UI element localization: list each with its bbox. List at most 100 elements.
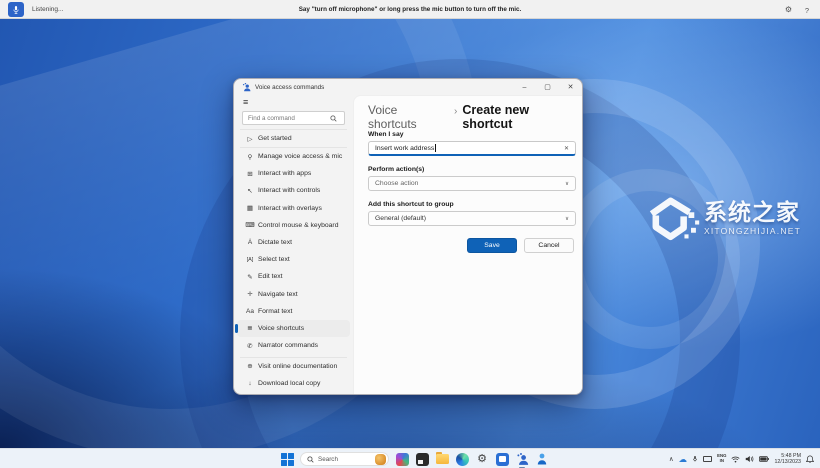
save-button[interactable]: Save	[467, 238, 517, 253]
cursor-icon: ↖	[247, 187, 253, 195]
app-icon-store[interactable]	[495, 452, 509, 466]
taskbar-center: Search ⚙	[281, 449, 549, 468]
tray-time: 5:48 PM	[781, 452, 801, 459]
touch-keyboard-icon[interactable]	[703, 456, 713, 462]
search-input[interactable]	[243, 114, 329, 122]
start-button[interactable]	[281, 452, 294, 466]
microphone-button[interactable]	[8, 2, 24, 17]
language-indicator[interactable]: ENG IN	[717, 453, 726, 464]
listening-status: Listening...	[32, 6, 64, 13]
onedrive-cloud-icon[interactable]: ☁	[679, 454, 688, 465]
find-command-searchbox[interactable]	[242, 111, 345, 125]
sidebar-item-interact-with-apps[interactable]: ⊞ Interact with apps	[237, 165, 350, 182]
watermark-text: 系统之家 XITONGZHIJIA.NET	[704, 200, 801, 236]
group-label: Add this shortcut to group	[368, 201, 454, 208]
cancel-button[interactable]: Cancel	[524, 238, 574, 253]
sidebar-item-manage-voice-access[interactable]: ⚲ Manage voice access & mic	[237, 148, 350, 165]
sidebar-item-control-mouse-keyboard[interactable]: ⌨ Control mouse & keyboard	[237, 217, 350, 234]
dictate-icon: Ȧ	[247, 239, 253, 247]
sidebar-item-dictate-text[interactable]: Ȧ Dictate text	[237, 234, 350, 251]
shortcuts-icon: ≣	[247, 325, 253, 333]
sidebar-item-narrator-commands[interactable]: ✆ Narrator commands	[237, 337, 350, 354]
app-icon-people[interactable]	[535, 452, 549, 466]
file-explorer-icon[interactable]	[435, 452, 449, 466]
choose-action-value: Choose action	[375, 180, 419, 187]
when-i-say-input[interactable]: Insert work address ✕	[368, 141, 576, 156]
group-value: General (default)	[375, 215, 427, 222]
sidebar-item-select-text[interactable]: [A] Select text	[237, 251, 350, 268]
sidebar-item-interact-with-overlays[interactable]: ▦ Interact with overlays	[237, 200, 350, 217]
battery-icon[interactable]	[759, 456, 770, 462]
minimize-button[interactable]: –	[513, 79, 536, 95]
voice-access-app-icon	[242, 82, 251, 91]
clear-input-icon[interactable]: ✕	[564, 145, 569, 152]
system-tray: ∧ ☁ ENG IN 5:48 PM 12/13/2023	[669, 449, 814, 468]
edge-browser-icon[interactable]	[455, 452, 469, 466]
sidebar-item-get-started[interactable]: ▷ Get started	[237, 130, 350, 147]
voice-help-button[interactable]: ?	[805, 6, 809, 15]
commands-sidebar: ≡ ▷ Get started ⚲ Manag	[234, 95, 353, 394]
edit-pencil-icon: ✎	[247, 273, 253, 281]
tray-mic-icon[interactable]	[692, 455, 698, 463]
mic-icon	[13, 5, 19, 14]
breadcrumb-separator: ›	[454, 106, 458, 117]
sidebar-item-navigate-text[interactable]: ✛ Navigate text	[237, 286, 350, 303]
hamburger-menu-icon[interactable]: ≡	[243, 98, 248, 107]
breadcrumb-voice-shortcuts[interactable]: Voice shortcuts	[368, 103, 449, 131]
group-dropdown[interactable]: General (default) ∨	[368, 211, 576, 226]
chevron-down-icon: ∨	[564, 215, 569, 222]
search-icon	[307, 455, 314, 463]
when-i-say-value: Insert work address	[375, 144, 435, 152]
download-icon: ↓	[248, 379, 252, 387]
voice-hint-text: Say "turn off microphone" or long press …	[298, 6, 522, 13]
window-body: ≡ ▷ Get started ⚲ Manag	[234, 95, 582, 394]
search-label: Search	[318, 455, 338, 463]
search-highlights-icon[interactable]	[375, 453, 386, 465]
app-icon-photos[interactable]	[395, 452, 409, 466]
maximize-button[interactable]: ▢	[536, 79, 559, 95]
sidebar-footer: ⊕ Visit online documentation ↓ Download …	[234, 356, 353, 392]
narrator-icon: ✆	[247, 342, 253, 350]
taskbar-search[interactable]: Search	[300, 452, 389, 466]
clock[interactable]: 5:48 PM 12/13/2023	[774, 453, 801, 465]
sidebar-item-edit-text[interactable]: ✎ Edit text	[237, 268, 350, 285]
app-icon-dark-app[interactable]	[415, 452, 429, 466]
sidebar-item-voice-shortcuts[interactable]: ≣ Voice shortcuts	[235, 319, 350, 338]
search-icon	[330, 114, 337, 122]
desktop-screen: 系统之家 XITONGZHIJIA.NET Listening... Say "…	[0, 0, 820, 468]
sidebar-item-interact-with-controls[interactable]: ↖ Interact with controls	[237, 182, 350, 199]
sidebar-item-visit-documentation[interactable]: ⊕ Visit online documentation	[237, 358, 350, 375]
tray-chevron-up-icon[interactable]: ∧	[669, 455, 674, 463]
voice-access-commands-window: Voice access commands – ▢ ✕ ≡ Find a com…	[233, 78, 583, 395]
format-text-icon: Aa	[246, 307, 254, 315]
watermark: 系统之家 XITONGZHIJIA.NET	[646, 192, 818, 244]
taskbar: Search ⚙ ∧ ☁ ENG IN 5:48 PM 12/13/2023	[0, 448, 820, 468]
sidebar-item-download-local-copy[interactable]: ↓ Download local copy	[237, 375, 350, 392]
close-button[interactable]: ✕	[559, 79, 582, 95]
window-title: Voice access commands	[255, 83, 325, 91]
breadcrumb: Voice shortcuts › Create new shortcut	[368, 103, 582, 131]
navigate-cross-icon: ✛	[247, 291, 253, 299]
watermark-subtitle: XITONGZHIJIA.NET	[704, 226, 801, 236]
tray-date: 12/13/2023	[774, 459, 801, 465]
voice-access-taskbar-icon[interactable]	[515, 452, 529, 468]
window-controls: – ▢ ✕	[513, 79, 582, 95]
content-panel: Voice shortcuts › Create new shortcut Wh…	[353, 95, 582, 394]
settings-gear-icon[interactable]: ⚙	[475, 452, 489, 466]
text-caret	[435, 144, 437, 152]
form-buttons: Save Cancel	[467, 238, 574, 253]
notification-bell-icon[interactable]	[806, 455, 814, 464]
overlay-grid-icon: ▦	[246, 205, 254, 213]
window-titlebar[interactable]: Voice access commands – ▢ ✕	[234, 79, 582, 95]
select-text-icon: [A]	[246, 256, 254, 263]
mic-icon: ⚲	[247, 153, 253, 161]
volume-icon[interactable]	[745, 455, 754, 463]
voice-settings-button[interactable]: ⚙	[785, 5, 792, 14]
sidebar-item-format-text[interactable]: Aa Format text	[237, 303, 350, 320]
wifi-icon[interactable]	[731, 456, 740, 463]
globe-icon: ⊕	[247, 363, 253, 371]
page-title: Create new shortcut	[462, 103, 530, 131]
keyboard-icon: ⌨	[245, 222, 255, 230]
choose-action-dropdown[interactable]: Choose action ∨	[368, 176, 576, 191]
when-i-say-label: When I say	[368, 131, 404, 138]
